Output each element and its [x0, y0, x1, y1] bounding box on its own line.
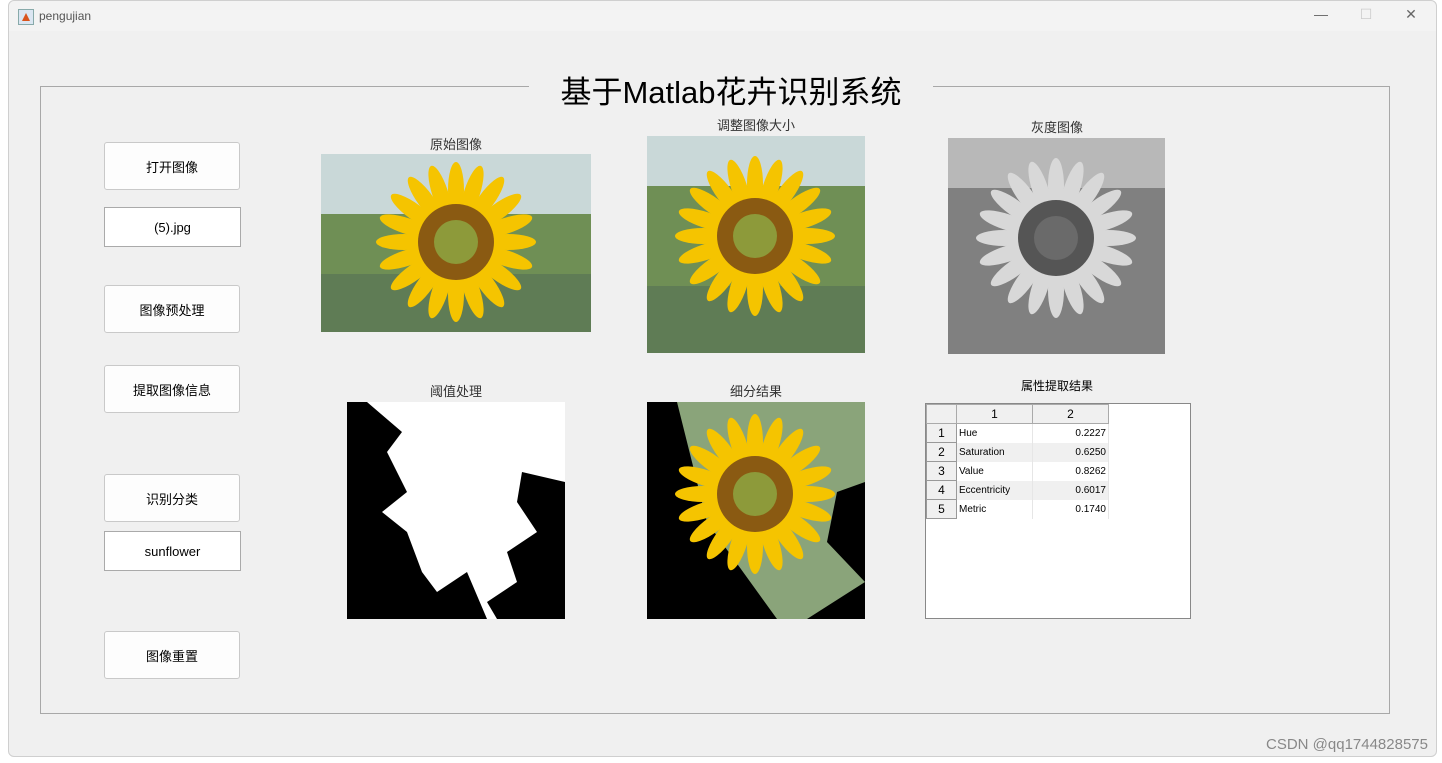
- title-bar: pengujian — ☐ ✕: [9, 1, 1436, 31]
- close-button[interactable]: ✕: [1396, 6, 1426, 23]
- page-title: 基于Matlab花卉识别系统: [529, 67, 933, 112]
- segmented-image: [647, 402, 865, 619]
- gray-caption: 灰度图像: [1030, 121, 1083, 136]
- watermark: CSDN @qq1744828575: [1265, 736, 1428, 753]
- resized-caption: 调整图像大小: [716, 119, 795, 134]
- row-header[interactable]: 2: [926, 442, 957, 462]
- row-header[interactable]: 5: [926, 499, 957, 519]
- threshold-caption: 阈值处理: [429, 385, 482, 400]
- extract-info-button[interactable]: 提取图像信息: [104, 365, 240, 413]
- table-row: 1 Hue 0.2227: [926, 423, 1109, 443]
- minimize-button[interactable]: —: [1306, 6, 1336, 22]
- gray-image: [948, 138, 1165, 354]
- reset-button[interactable]: 图像重置: [104, 631, 240, 679]
- attribute-value[interactable]: 0.8262: [1032, 461, 1109, 481]
- matlab-icon: [18, 9, 34, 25]
- threshold-image: [347, 402, 565, 619]
- table-row: 5 Metric 0.1740: [926, 499, 1109, 519]
- flower-center: [733, 214, 777, 258]
- attribute-value[interactable]: 0.6017: [1032, 480, 1109, 500]
- attribute-name[interactable]: Saturation: [956, 442, 1033, 462]
- column-header[interactable]: 1: [956, 404, 1033, 424]
- attribute-name[interactable]: Value: [956, 461, 1033, 481]
- attribute-value[interactable]: 0.2227: [1032, 423, 1109, 443]
- row-header[interactable]: 3: [926, 461, 957, 481]
- original-caption: 原始图像: [429, 138, 482, 153]
- segmented-caption: 细分结果: [729, 385, 782, 400]
- resized-image: [647, 136, 865, 353]
- table-caption: 属性提取结果: [1020, 379, 1093, 393]
- attribute-name[interactable]: Metric: [956, 499, 1033, 519]
- attribute-name[interactable]: Eccentricity: [956, 480, 1033, 500]
- attribute-name[interactable]: Hue: [956, 423, 1033, 443]
- flower-center: [733, 472, 777, 516]
- row-header[interactable]: 1: [926, 423, 957, 443]
- window-title: pengujian: [39, 9, 92, 23]
- column-header[interactable]: 2: [1032, 404, 1109, 424]
- app-window: pengujian — ☐ ✕ 基于Matlab花卉识别系统 打开图像 (5).…: [8, 0, 1437, 757]
- row-header[interactable]: 4: [926, 480, 957, 500]
- table-row: 2 Saturation 0.6250: [926, 442, 1109, 462]
- attributes-table: 12 1 Hue 0.2227 2 Saturation 0.6250 3 Value 0.82…: [925, 403, 1191, 619]
- open-image-button[interactable]: 打开图像: [104, 142, 240, 190]
- table-row: 3 Value 0.8262: [926, 461, 1109, 481]
- result-field[interactable]: sunflower: [104, 531, 241, 571]
- attribute-value[interactable]: 0.6250: [1032, 442, 1109, 462]
- filename-field[interactable]: (5).jpg: [104, 207, 241, 247]
- original-image: [321, 154, 591, 332]
- table-row: 4 Eccentricity 0.6017: [926, 480, 1109, 500]
- maximize-button[interactable]: ☐: [1351, 6, 1381, 23]
- attribute-value[interactable]: 0.1740: [1032, 499, 1109, 519]
- classify-button[interactable]: 识别分类: [104, 474, 240, 522]
- corner-cell: [926, 404, 957, 424]
- flower-center: [434, 220, 478, 264]
- flower-center: [1034, 216, 1078, 260]
- preprocess-button[interactable]: 图像预处理: [104, 285, 240, 333]
